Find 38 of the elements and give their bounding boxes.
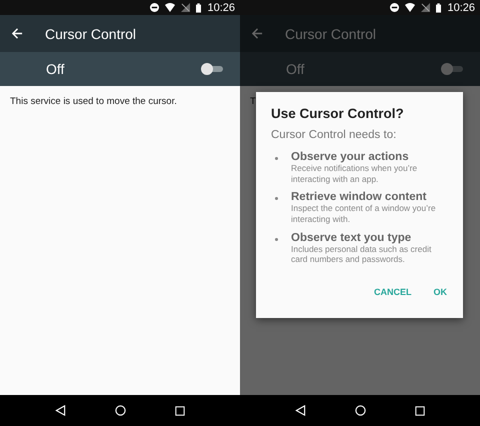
do-not-disturb-icon xyxy=(390,3,400,12)
permission-detail: Receive notifications when you’re interacting with an app. xyxy=(291,163,418,184)
permission-title: Retrieve window content xyxy=(291,191,428,204)
bullet-icon xyxy=(275,157,278,160)
permission-detail: Includes personal data such as credit card numbers and passwords. xyxy=(291,244,432,265)
back-icon[interactable] xyxy=(294,405,306,416)
screen-title: Cursor Control xyxy=(285,26,376,42)
bullet-icon xyxy=(275,238,278,240)
home-icon[interactable] xyxy=(114,405,126,416)
clock-time: 10:26 xyxy=(447,2,475,14)
wifi-icon xyxy=(405,3,416,12)
permission-title: Observe your actions xyxy=(291,151,410,163)
service-description: T xyxy=(250,96,257,107)
battery-icon xyxy=(436,2,442,12)
switch-label: Off xyxy=(46,61,64,77)
screen-title: Cursor Control xyxy=(45,26,136,42)
toggle-switch[interactable] xyxy=(201,63,223,75)
bullet-icon xyxy=(275,197,278,200)
wifi-icon xyxy=(165,3,176,12)
service-description: This service is used to move the cursor. xyxy=(10,96,178,107)
no-sim-icon xyxy=(181,3,190,12)
switch-label: Off xyxy=(286,61,304,77)
dialog-button[interactable]: CANCEL xyxy=(366,282,420,301)
back-arrow-icon[interactable] xyxy=(12,28,23,39)
home-icon[interactable] xyxy=(354,405,366,416)
dialog-button[interactable]: OK xyxy=(426,282,455,301)
dialog-title: Use Cursor Control? xyxy=(271,106,405,121)
battery-icon xyxy=(196,2,202,12)
recents-icon[interactable] xyxy=(415,406,426,416)
recents-icon[interactable] xyxy=(175,406,186,416)
dialog-intro: Cursor Control needs to: xyxy=(271,129,398,141)
back-icon[interactable] xyxy=(54,405,66,416)
no-sim-icon xyxy=(421,3,430,12)
permission-title: Observe text you type xyxy=(291,232,412,244)
clock-time: 10:26 xyxy=(207,2,235,14)
toggle-switch[interactable] xyxy=(441,63,463,75)
do-not-disturb-icon xyxy=(150,3,160,12)
permission-detail: Inspect the content of a window you’re interacting with. xyxy=(291,203,437,224)
